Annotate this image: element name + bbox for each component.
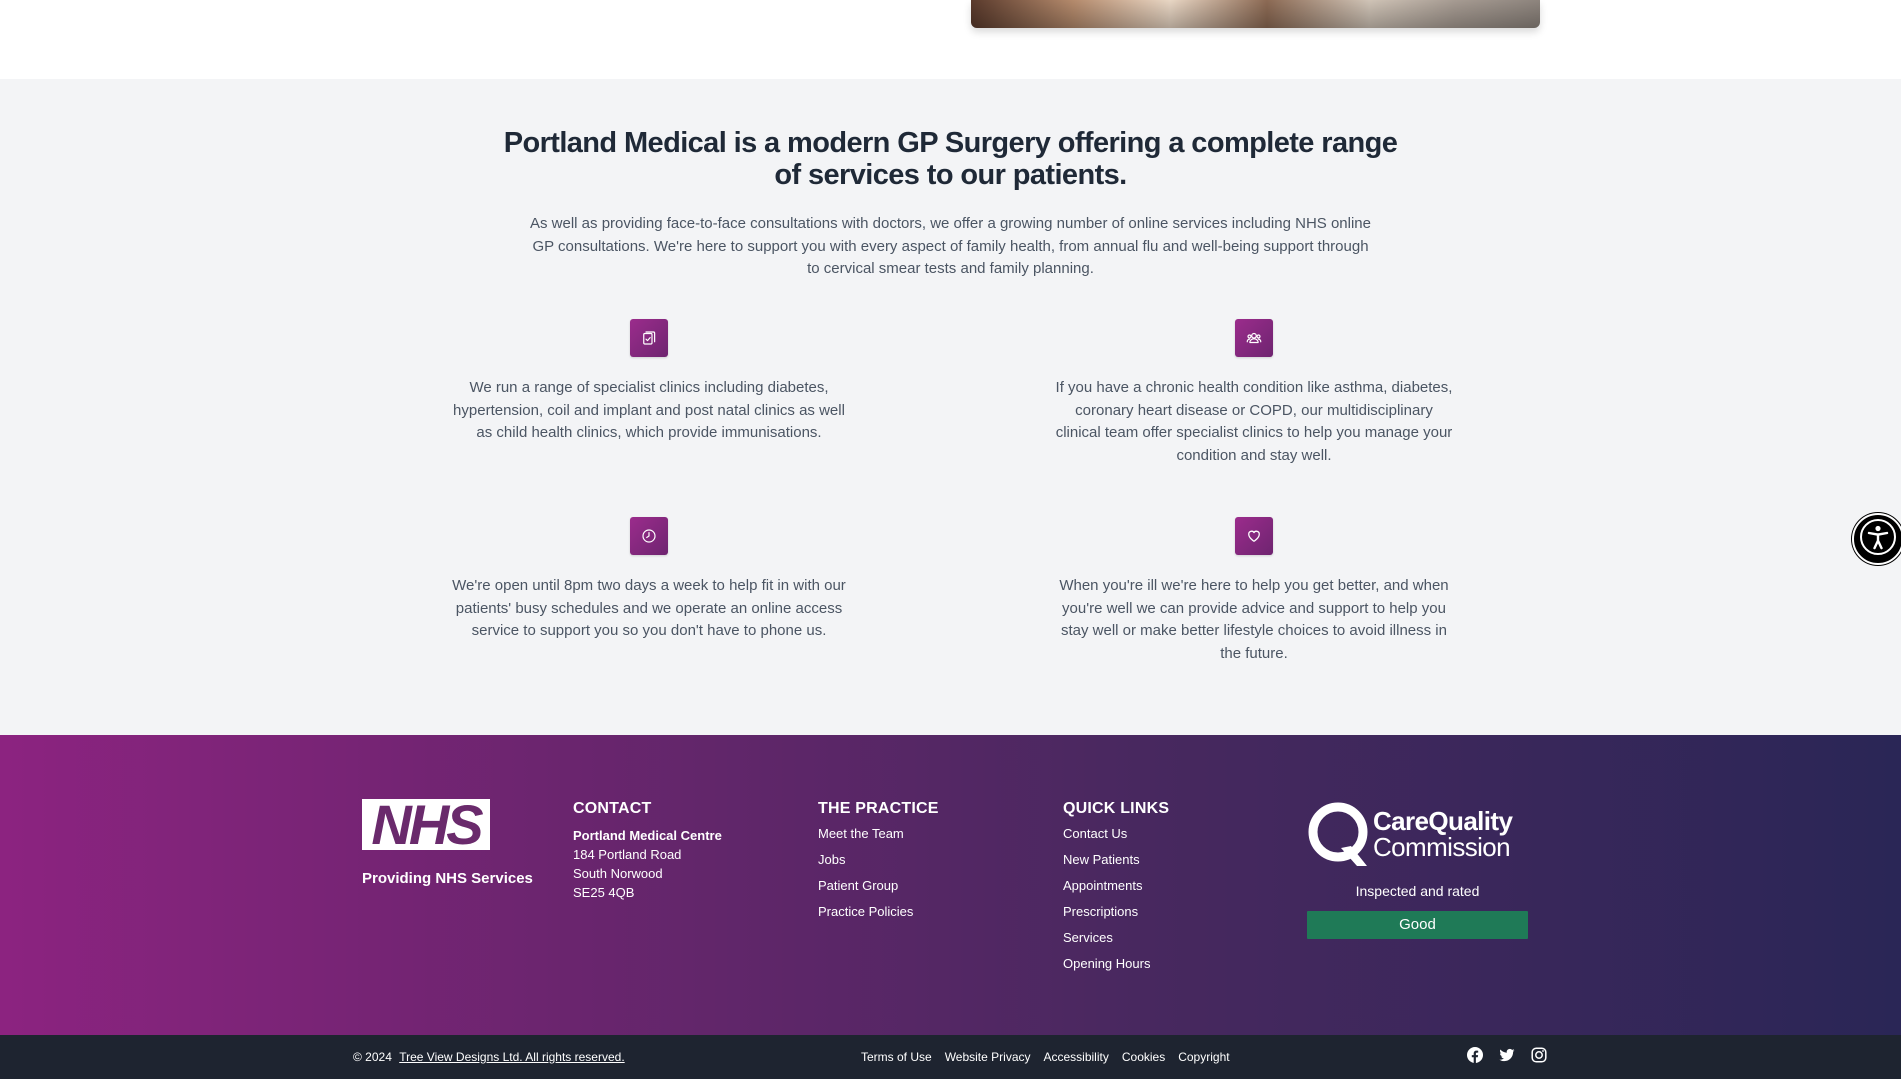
cqc-logo-line1: CareQuality [1373, 806, 1513, 836]
link-prescriptions[interactable]: Prescriptions [1063, 904, 1138, 919]
feature-text: We run a range of specialist clinics inc… [453, 379, 845, 441]
link-services[interactable]: Services [1063, 930, 1113, 945]
quick-links-column: QUICK LINKS Contact Us New Patients Appo… [1063, 800, 1169, 977]
quick-links-heading: QUICK LINKS [1063, 800, 1170, 817]
link-accessibility[interactable]: Accessibility [1044, 1050, 1109, 1064]
link-meet-the-team[interactable]: Meet the Team [818, 826, 904, 841]
cqc-caption: Inspected and rated [1355, 883, 1480, 899]
link-copyright[interactable]: Copyright [1178, 1050, 1229, 1064]
services-section: Portland Medical is a modern GP Surgery … [0, 79, 1901, 735]
link-new-patients[interactable]: New Patients [1063, 852, 1140, 867]
services-intro: As well as providing face-to-face consul… [530, 215, 1371, 277]
cqc-logo-line2: Commission [1373, 832, 1511, 862]
clipboard-check-icon [630, 319, 668, 357]
accessibility-icon [1858, 517, 1898, 562]
social-links [1467, 1047, 1547, 1063]
link-appointments[interactable]: Appointments [1063, 878, 1143, 893]
services-heading: Portland Medical is a modern GP Surgery … [503, 127, 1398, 191]
contact-heading: CONTACT [573, 800, 652, 817]
link-patient-group[interactable]: Patient Group [818, 878, 898, 893]
instagram-icon[interactable] [1531, 1047, 1547, 1063]
contact-name: Portland Medical Centre [573, 828, 722, 843]
nhs-logo-text: NHS [371, 793, 483, 856]
hero-image [971, 0, 1540, 28]
copyright: © 2024 Tree View Designs Ltd. All rights… [353, 1050, 625, 1064]
accessibility-widget-button[interactable] [1852, 513, 1901, 565]
feature-text: When you're ill we're here to help you g… [1059, 577, 1449, 662]
copyright-year: © 2024 [353, 1050, 392, 1064]
link-cookies[interactable]: Cookies [1122, 1050, 1165, 1064]
top-section [0, 0, 1901, 79]
bottom-bar: © 2024 Tree View Designs Ltd. All rights… [0, 1035, 1901, 1079]
link-website-privacy[interactable]: Website Privacy [945, 1050, 1031, 1064]
contact-address-line1: 184 Portland Road [573, 847, 682, 862]
link-contact-us[interactable]: Contact Us [1063, 826, 1127, 841]
heart-icon [1235, 517, 1273, 555]
users-icon [1235, 319, 1273, 357]
cqc-logo: CareQuality Commission [1307, 799, 1528, 869]
cqc-q-icon [1307, 800, 1369, 868]
twitter-icon[interactable] [1499, 1047, 1515, 1063]
contact-address-line2: South Norwood [573, 866, 663, 881]
nhs-logo[interactable]: NHS [362, 793, 490, 856]
link-jobs[interactable]: Jobs [818, 852, 845, 867]
contact-column: CONTACT Portland Medical Centre 184 Port… [573, 800, 722, 902]
contact-postcode: SE25 4QB [573, 885, 635, 900]
practice-heading: THE PRACTICE [818, 800, 939, 817]
feature-text: If you have a chronic health condition l… [1055, 379, 1453, 464]
feature-wellbeing: When you're ill we're here to help you g… [1044, 517, 1464, 665]
legal-links: Terms of Use Website Privacy Accessibili… [861, 1050, 1230, 1064]
clock-icon [630, 517, 668, 555]
link-practice-policies[interactable]: Practice Policies [818, 904, 913, 919]
nhs-caption: Providing NHS Services [362, 870, 533, 887]
facebook-icon[interactable] [1467, 1047, 1483, 1063]
site-footer: NHS Providing NHS Services CONTACT Portl… [0, 735, 1901, 1035]
link-terms-of-use[interactable]: Terms of Use [861, 1050, 932, 1064]
feature-specialist-clinics: We run a range of specialist clinics inc… [439, 319, 859, 445]
feature-text: We're open until 8pm two days a week to … [452, 577, 846, 639]
company-link[interactable]: Tree View Designs Ltd. All rights reserv… [399, 1050, 624, 1064]
cqc-widget[interactable]: CareQuality Commission Inspected and rat… [1307, 799, 1528, 939]
practice-column: THE PRACTICE Meet the Team Jobs Patient … [818, 800, 939, 925]
link-opening-hours[interactable]: Opening Hours [1063, 956, 1150, 971]
feature-chronic-conditions: If you have a chronic health condition l… [1044, 319, 1464, 467]
cqc-rating-badge: Good [1307, 911, 1528, 939]
feature-opening-hours: We're open until 8pm two days a week to … [439, 517, 859, 643]
